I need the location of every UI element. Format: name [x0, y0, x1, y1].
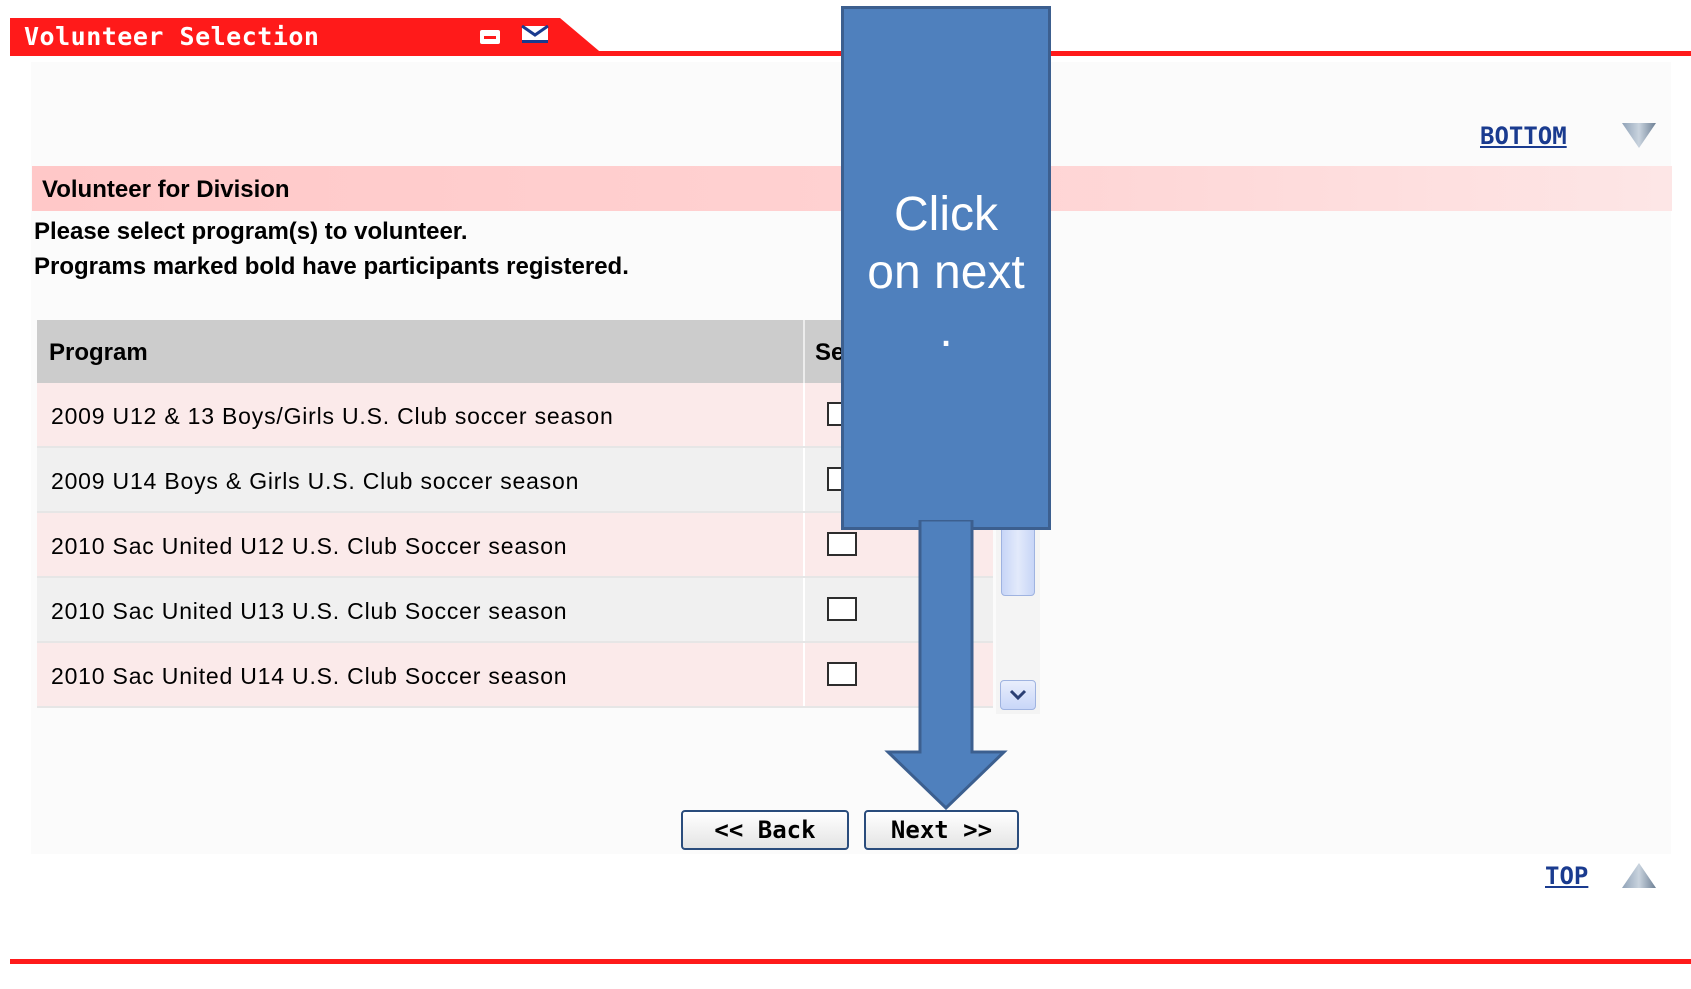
select-checkbox[interactable]	[827, 532, 857, 556]
cell-divider	[803, 513, 805, 576]
program-name: 2009 U14 Boys & Girls U.S. Club soccer s…	[51, 468, 580, 494]
bottom-link[interactable]: BOTTOM	[1480, 122, 1567, 150]
callout-line: on next	[867, 246, 1025, 299]
program-name: 2010 Sac United U14 U.S. Club Soccer sea…	[51, 663, 568, 689]
triangle-down-icon[interactable]	[1621, 121, 1657, 149]
callout-line: Click	[894, 188, 998, 241]
chevron-down-icon	[1009, 689, 1027, 701]
top-link[interactable]: TOP	[1545, 862, 1588, 890]
cell-divider	[803, 643, 805, 706]
program-name: 2009 U12 & 13 Boys/Girls U.S. Club socce…	[51, 403, 614, 429]
column-header-select: Se	[815, 339, 845, 366]
section-title: Volunteer for Division	[42, 176, 290, 203]
page: Volunteer Selection BOTTOM Volunteer for…	[0, 0, 1691, 989]
triangle-up-icon[interactable]	[1621, 862, 1657, 890]
arrow-down-icon	[884, 520, 1008, 810]
cell-divider	[803, 383, 805, 446]
instruction-text: Please select program(s) to volunteer.	[34, 218, 468, 245]
minimize-icon[interactable]	[480, 30, 500, 44]
column-header-program: Program	[49, 339, 148, 366]
table-row: 2010 Sac United U13 U.S. Club Soccer sea…	[37, 578, 993, 643]
window-title: Volunteer Selection	[24, 22, 320, 51]
select-checkbox[interactable]	[827, 597, 857, 621]
back-button[interactable]: << Back	[681, 810, 849, 850]
callout-line: .	[939, 304, 953, 357]
column-divider	[803, 320, 805, 383]
next-button[interactable]: Next >>	[864, 810, 1019, 850]
program-name: 2010 Sac United U12 U.S. Club Soccer sea…	[51, 533, 568, 559]
cell-divider	[803, 578, 805, 641]
select-checkbox[interactable]	[827, 662, 857, 686]
table-row: 2010 Sac United U14 U.S. Club Soccer sea…	[37, 643, 993, 708]
cell-divider	[803, 448, 805, 511]
program-name: 2010 Sac United U13 U.S. Club Soccer sea…	[51, 598, 568, 624]
instruction-note: Programs marked bold have participants r…	[34, 253, 629, 280]
footer-rule	[10, 959, 1691, 964]
email-icon[interactable]	[520, 25, 550, 45]
callout-text: Click on next .	[841, 186, 1051, 360]
